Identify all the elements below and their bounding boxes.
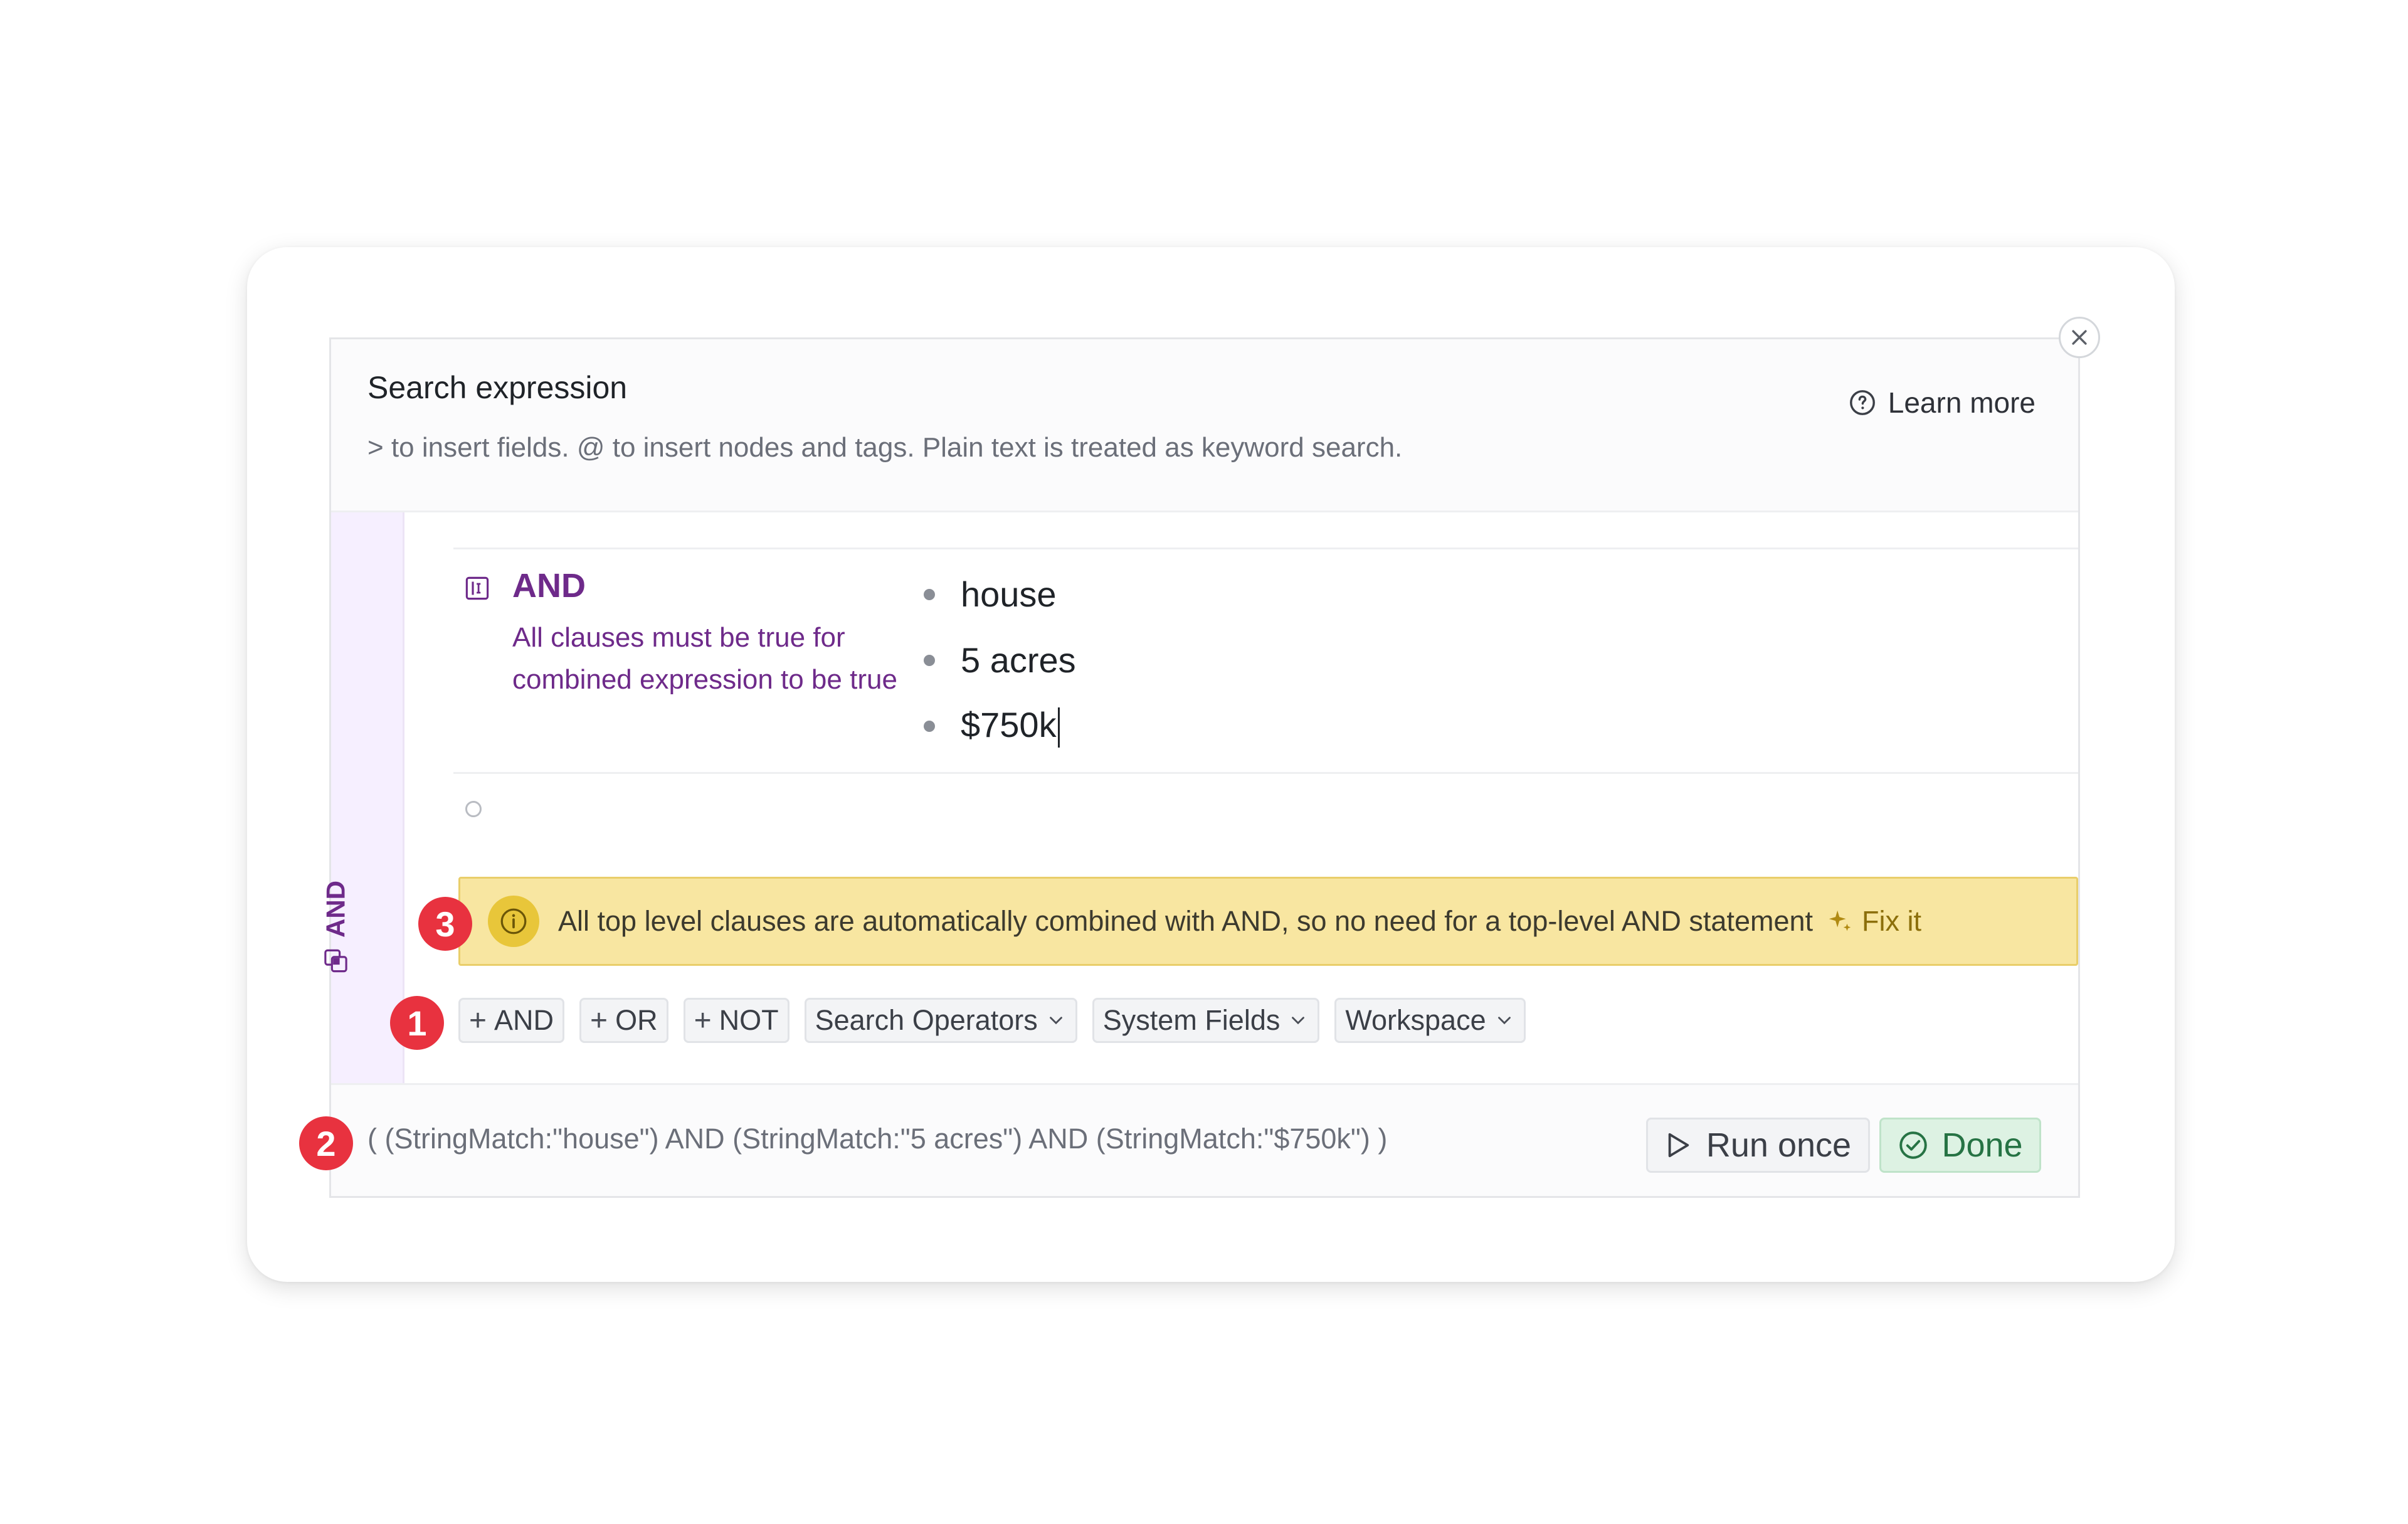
question-circle-icon (1849, 390, 1875, 415)
clause-item[interactable]: $750k (924, 693, 1076, 759)
add-or-label: OR (615, 1004, 658, 1036)
add-not-button[interactable]: + NOT (683, 998, 789, 1043)
close-button[interactable] (2059, 317, 2100, 358)
clause-text: $750k (961, 704, 1057, 744)
chevron-down-icon (1049, 1017, 1062, 1025)
warning-banner: All top level clauses are automatically … (458, 877, 2078, 966)
learn-more-link[interactable]: Learn more (1848, 386, 2036, 420)
plus-icon: + (469, 1003, 487, 1037)
callout-badge-2: 2 (299, 1116, 353, 1170)
workspace-label: Workspace (1345, 1004, 1486, 1036)
play-icon (1668, 1133, 1689, 1158)
panel-title: Search expression (367, 370, 628, 405)
run-once-label: Run once (1706, 1126, 1852, 1164)
chevron-down-icon (1292, 1017, 1305, 1025)
check-circle-icon (1899, 1131, 1928, 1159)
expression-footer: ( (StringMatch:"house") AND (StringMatch… (331, 1083, 2078, 1196)
and-side-strip[interactable]: AND (321, 512, 404, 1083)
clause-list: house 5 acres $750k (924, 561, 1076, 759)
panel-header: Search expression > to insert fields. @ … (331, 339, 2078, 512)
text-caret (1057, 707, 1060, 748)
divider (453, 548, 2078, 549)
fix-it-button[interactable]: Fix it (1825, 905, 1921, 938)
bullet-icon (924, 588, 935, 600)
add-and-label: AND (494, 1004, 554, 1036)
plus-icon: + (694, 1003, 712, 1037)
learn-more-label: Learn more (1888, 386, 2036, 419)
clause-text-active[interactable]: $750k (961, 704, 1060, 748)
done-button[interactable]: Done (1879, 1118, 2041, 1173)
compiled-expression: ( (StringMatch:"house") AND (StringMatch… (367, 1123, 1388, 1155)
add-or-button[interactable]: + OR (579, 998, 668, 1043)
close-icon (2072, 330, 2087, 345)
run-once-button[interactable]: Run once (1646, 1118, 1870, 1173)
and-block-title: AND (512, 567, 586, 605)
bullet-icon (924, 654, 935, 666)
search-operators-label: Search Operators (815, 1004, 1038, 1036)
plus-icon: + (590, 1003, 608, 1037)
search-expression-panel: Search expression > to insert fields. @ … (321, 337, 2080, 1198)
empty-node-bullet[interactable] (465, 801, 482, 817)
and-block-icon (324, 949, 347, 973)
fix-it-label: Fix it (1862, 905, 1922, 937)
workspace-dropdown[interactable]: Workspace (1334, 998, 1526, 1043)
add-and-button[interactable]: + AND (458, 998, 565, 1043)
clause-item[interactable]: house (924, 561, 1076, 627)
warning-text: All top level clauses are automatically … (558, 905, 1814, 937)
system-fields-label: System Fields (1102, 1004, 1281, 1036)
clause-item[interactable]: 5 acres (924, 627, 1076, 693)
callout-badge-1: 1 (390, 996, 444, 1050)
done-label: Done (1941, 1126, 2023, 1164)
panel-hint: > to insert fields. @ to insert nodes an… (367, 432, 1403, 463)
and-block-description: All clauses must be true for combined ex… (512, 622, 897, 695)
sparkle-icon (1829, 910, 1851, 931)
add-not-label: NOT (719, 1004, 779, 1036)
info-icon (488, 896, 539, 947)
clause-text[interactable]: house (961, 574, 1057, 615)
side-label-text: AND (320, 881, 351, 938)
bullet-icon (924, 720, 935, 732)
side-label: AND (321, 881, 351, 974)
clause-toolbar: + AND + OR + NOT Search Operators System… (458, 998, 1526, 1043)
divider (453, 772, 2078, 774)
and-block-icon[interactable] (464, 575, 490, 601)
chevron-down-icon (1497, 1017, 1511, 1025)
system-fields-dropdown[interactable]: System Fields (1092, 998, 1320, 1043)
search-operators-dropdown[interactable]: Search Operators (804, 998, 1077, 1043)
clause-text[interactable]: 5 acres (961, 640, 1076, 680)
callout-badge-3: 3 (418, 897, 472, 951)
